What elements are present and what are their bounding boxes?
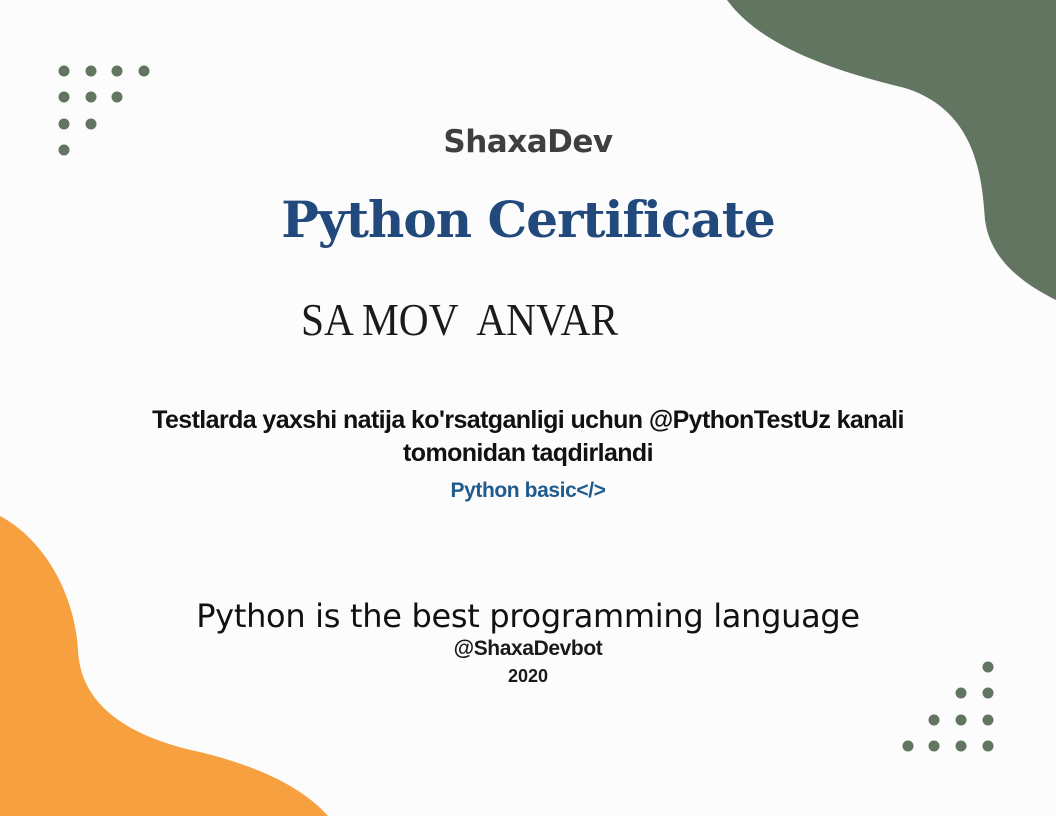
recipient-name: SA MOV ANVAR bbox=[301, 294, 619, 345]
course-name: Python basic</> bbox=[450, 479, 606, 502]
decorative-dot bbox=[928, 714, 940, 726]
decorative-dot bbox=[902, 740, 914, 752]
decorative-dot bbox=[955, 714, 967, 726]
certificate-year: 2020 bbox=[507, 666, 549, 686]
decorative-dot bbox=[955, 740, 967, 752]
decorative-dot bbox=[982, 740, 994, 752]
certificate-page: ShaxaDev Python Certificate SA MOV ANVAR… bbox=[0, 0, 1056, 816]
decorative-dot bbox=[982, 714, 994, 726]
decorative-dot bbox=[138, 65, 150, 77]
brand-name: ShaxaDev bbox=[443, 124, 613, 160]
decorative-dot bbox=[58, 65, 70, 77]
certificate-title: Python Certificate bbox=[281, 190, 776, 249]
slogan-text: Python is the best programming language bbox=[196, 597, 860, 635]
decorative-dot bbox=[58, 91, 70, 103]
decorative-dot bbox=[955, 687, 967, 699]
decorative-dot bbox=[111, 91, 123, 103]
decorative-dot bbox=[982, 687, 994, 699]
bot-handle: @ShaxaDevbot bbox=[453, 637, 603, 660]
decorative-dot bbox=[85, 91, 97, 103]
decorative-dot bbox=[928, 740, 940, 752]
decorative-dot bbox=[85, 65, 97, 77]
decorative-dot bbox=[111, 65, 123, 77]
award-description: Testlarda yaxshi natija ko'rsatganligi u… bbox=[152, 406, 904, 467]
